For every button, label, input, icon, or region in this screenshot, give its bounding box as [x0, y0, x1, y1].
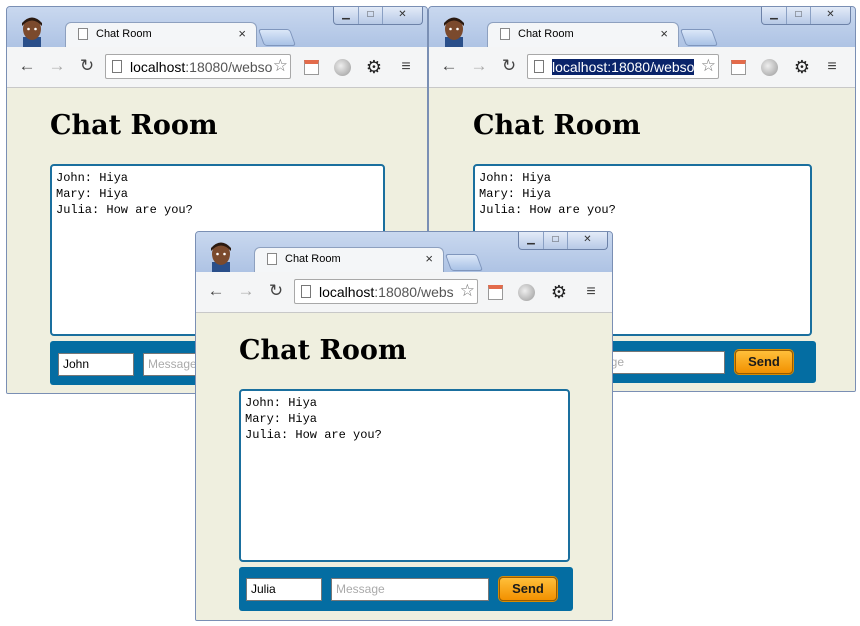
reload-icon[interactable]: ↻	[266, 281, 286, 301]
minimize-icon[interactable]: ▁	[334, 7, 358, 24]
maximize-icon[interactable]: □	[543, 232, 567, 249]
reload-icon[interactable]: ↻	[499, 56, 519, 76]
page-title: Chat Room	[50, 110, 218, 141]
back-icon[interactable]: ←	[206, 281, 226, 301]
bookmark-star-icon[interactable]: ☆	[273, 56, 288, 76]
chat-input-bar: Julia Message Send	[239, 567, 573, 611]
url-text: localhost:18080/webs	[319, 284, 454, 300]
window-controls: ▁ □ ✕	[333, 7, 423, 25]
tab-close-icon[interactable]: ×	[238, 26, 246, 41]
reload-icon[interactable]: ↻	[77, 56, 97, 76]
tab-title: Chat Room	[285, 253, 341, 265]
page-icon	[267, 253, 277, 265]
tab-close-icon[interactable]: ×	[425, 251, 433, 266]
back-icon[interactable]: ←	[17, 56, 37, 76]
globe-extension-icon[interactable]	[761, 59, 778, 76]
menu-icon[interactable]: ≡	[823, 58, 841, 76]
address-bar[interactable]: localhost:18080/webs ☆	[294, 279, 478, 304]
address-bar[interactable]: localhost:18080/webso ☆	[105, 54, 291, 79]
page-content: Chat Room John: Hiya Mary: Hiya Julia: H…	[196, 313, 612, 620]
new-tab-button[interactable]	[444, 254, 484, 271]
calendar-extension-icon[interactable]	[488, 285, 503, 300]
page-title: Chat Room	[239, 335, 407, 366]
back-icon[interactable]: ←	[439, 56, 459, 76]
minimize-icon[interactable]: ▁	[762, 7, 786, 24]
bookmark-star-icon[interactable]: ☆	[460, 281, 475, 301]
globe-extension-icon[interactable]	[334, 59, 351, 76]
menu-icon[interactable]: ≡	[582, 283, 600, 301]
page-icon	[301, 285, 311, 298]
close-icon[interactable]: ✕	[567, 232, 607, 249]
page-icon	[112, 60, 122, 73]
url-text-selected: localhost:18080/webso	[552, 59, 695, 75]
minimize-icon[interactable]: ▁	[519, 232, 543, 249]
close-icon[interactable]: ✕	[382, 7, 422, 24]
tab-chat-room[interactable]: Chat Room ×	[487, 22, 679, 48]
forward-icon[interactable]: →	[47, 56, 67, 76]
page-icon	[78, 28, 88, 40]
forward-icon[interactable]: →	[469, 56, 489, 76]
browser-toolbar: ← → ↻ localhost:18080/webso ☆ ⚙ ≡	[429, 47, 855, 88]
address-bar[interactable]: localhost:18080/webso ☆	[527, 54, 719, 79]
title-bar[interactable]: Chat Room × ▁ □ ✕	[196, 232, 612, 273]
bookmark-star-icon[interactable]: ☆	[701, 56, 716, 76]
user-avatar-icon[interactable]	[206, 240, 236, 272]
new-tab-button[interactable]	[679, 29, 719, 46]
tab-title: Chat Room	[96, 28, 152, 40]
calendar-extension-icon[interactable]	[304, 60, 319, 75]
send-button[interactable]: Send	[735, 350, 793, 374]
title-bar[interactable]: Chat Room × ▁ □ ✕	[7, 7, 427, 48]
new-tab-button[interactable]	[257, 29, 297, 46]
maximize-icon[interactable]: □	[786, 7, 810, 24]
tab-chat-room[interactable]: Chat Room ×	[254, 247, 444, 273]
tab-chat-room[interactable]: Chat Room ×	[65, 22, 257, 48]
gear-icon[interactable]: ⚙	[793, 58, 811, 76]
globe-extension-icon[interactable]	[518, 284, 535, 301]
chat-log[interactable]: John: Hiya Mary: Hiya Julia: How are you…	[239, 389, 570, 562]
url-text: localhost:18080/webso	[130, 59, 273, 75]
title-bar[interactable]: Chat Room × ▁ □ ✕	[429, 7, 855, 48]
user-avatar-icon[interactable]	[439, 15, 469, 47]
page-title: Chat Room	[473, 110, 641, 141]
tab-close-icon[interactable]: ×	[660, 26, 668, 41]
user-avatar-icon[interactable]	[17, 15, 47, 47]
message-input[interactable]: Message	[331, 578, 489, 601]
page-icon	[534, 60, 544, 73]
send-button[interactable]: Send	[499, 577, 557, 601]
browser-toolbar: ← → ↻ localhost:18080/webso ☆ ⚙ ≡	[7, 47, 427, 88]
window-controls: ▁ □ ✕	[518, 232, 608, 250]
name-input[interactable]: Julia	[246, 578, 322, 601]
gear-icon[interactable]: ⚙	[550, 283, 568, 301]
window-controls: ▁ □ ✕	[761, 7, 851, 25]
name-input[interactable]: John	[58, 353, 134, 376]
maximize-icon[interactable]: □	[358, 7, 382, 24]
page-icon	[500, 28, 510, 40]
browser-window-julia: Chat Room × ▁ □ ✕ ← → ↻ localhost:18080/…	[195, 231, 613, 621]
forward-icon[interactable]: →	[236, 281, 256, 301]
close-icon[interactable]: ✕	[810, 7, 850, 24]
menu-icon[interactable]: ≡	[397, 58, 415, 76]
gear-icon[interactable]: ⚙	[365, 58, 383, 76]
calendar-extension-icon[interactable]	[731, 60, 746, 75]
tab-title: Chat Room	[518, 28, 574, 40]
browser-toolbar: ← → ↻ localhost:18080/webs ☆ ⚙ ≡	[196, 272, 612, 313]
